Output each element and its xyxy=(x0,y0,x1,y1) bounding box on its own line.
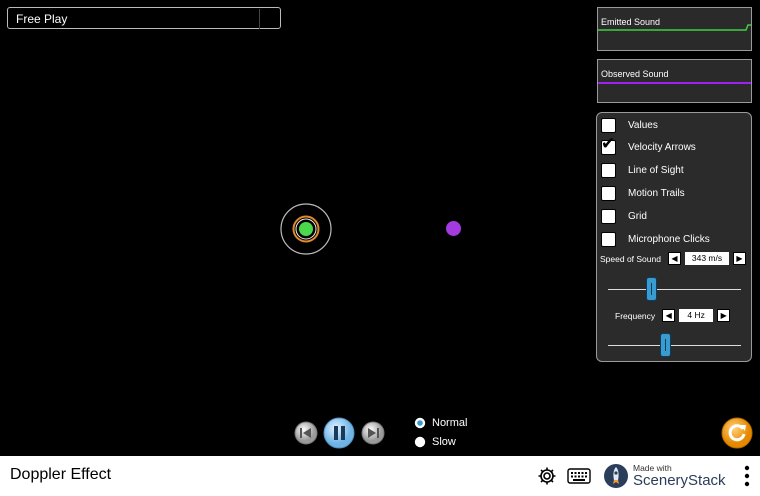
navigation-bar: Doppler Effect Made with SceneryStack xyxy=(0,456,760,496)
made-with-label: Made with xyxy=(633,462,672,473)
reset-all-button[interactable] xyxy=(721,417,753,449)
scene-selector-divider xyxy=(259,9,260,29)
observed-sound-title: Observed Sound xyxy=(601,69,669,79)
observer-dot[interactable] xyxy=(445,220,462,237)
radio-unselected-icon xyxy=(414,436,426,448)
slow-speed-label: Slow xyxy=(432,436,456,448)
microphone-clicks-checkbox[interactable] xyxy=(601,231,616,247)
velocity-arrows-checkbox[interactable]: ✔ xyxy=(601,135,616,155)
grid-checkbox[interactable] xyxy=(601,208,616,224)
values-checkbox[interactable] xyxy=(601,117,616,133)
rocket-icon xyxy=(604,464,628,488)
frequency-control: Frequency ◀ 4 Hz ▶ xyxy=(615,309,731,322)
emitted-sound-panel: Emitted Sound xyxy=(597,7,752,51)
velocity-arrows-label: Velocity Arrows xyxy=(628,141,696,153)
play-pause-button[interactable] xyxy=(323,417,355,449)
scene-selector-label: Free Play xyxy=(16,12,68,26)
microphone-clicks-checkbox-row[interactable]: Microphone Clicks xyxy=(601,230,710,248)
motion-trails-label: Motion Trails xyxy=(628,187,685,199)
keyboard-icon[interactable] xyxy=(567,468,591,484)
frequency-increment-button[interactable]: ▶ xyxy=(717,309,731,322)
scene-selector[interactable]: Free Play xyxy=(7,7,281,29)
grid-label: Grid xyxy=(628,210,647,222)
speed-of-sound-value: 343 m/s xyxy=(684,252,729,265)
radio-selected-icon xyxy=(414,417,426,429)
step-forward-button[interactable] xyxy=(361,421,385,445)
line-of-sight-label: Line of Sight xyxy=(628,164,684,176)
values-label: Values xyxy=(628,119,658,131)
microphone-clicks-label: Microphone Clicks xyxy=(628,233,710,245)
line-of-sight-checkbox[interactable] xyxy=(601,162,616,178)
velocity-arrows-checkbox-row[interactable]: ✔ Velocity Arrows xyxy=(601,135,696,156)
gear-icon[interactable] xyxy=(537,466,557,486)
checkmark-icon: ✔ xyxy=(601,133,616,153)
normal-speed-radio[interactable]: Normal xyxy=(414,417,467,429)
motion-trails-checkbox[interactable] xyxy=(601,185,616,201)
motion-trails-checkbox-row[interactable]: Motion Trails xyxy=(601,184,685,202)
step-back-button[interactable] xyxy=(294,421,318,445)
sound-source[interactable] xyxy=(279,202,333,256)
frequency-slider-thumb[interactable] xyxy=(660,333,671,357)
more-options-icon[interactable] xyxy=(743,465,751,487)
brand-label: SceneryStack xyxy=(633,472,726,490)
observed-sound-wave xyxy=(598,82,751,84)
frequency-slider-track[interactable] xyxy=(608,345,741,346)
speed-of-sound-slider-track[interactable] xyxy=(608,289,741,290)
speed-of-sound-slider-thumb[interactable] xyxy=(646,277,657,301)
speed-of-sound-label: Speed of Sound xyxy=(600,253,661,264)
line-of-sight-checkbox-row[interactable]: Line of Sight xyxy=(601,161,684,179)
speed-increment-button[interactable]: ▶ xyxy=(732,252,746,265)
frequency-value: 4 Hz xyxy=(679,309,714,322)
values-checkbox-row[interactable]: Values xyxy=(601,116,658,134)
controls-panel: Values ✔ Velocity Arrows Line of Sight M… xyxy=(596,112,752,362)
speed-decrement-button[interactable]: ◀ xyxy=(667,252,681,265)
slow-speed-radio[interactable]: Slow xyxy=(414,436,456,448)
observed-sound-panel: Observed Sound xyxy=(597,59,752,103)
speed-of-sound-control: Speed of Sound ◀ 343 m/s ▶ xyxy=(600,252,746,265)
frequency-label: Frequency xyxy=(615,310,656,321)
scenerystack-logo[interactable]: Made with SceneryStack xyxy=(603,462,726,490)
frequency-decrement-button[interactable]: ◀ xyxy=(662,309,676,322)
emitted-sound-wave xyxy=(598,24,751,31)
sim-title: Doppler Effect xyxy=(10,466,112,483)
normal-speed-label: Normal xyxy=(432,417,468,429)
grid-checkbox-row[interactable]: Grid xyxy=(601,207,647,225)
